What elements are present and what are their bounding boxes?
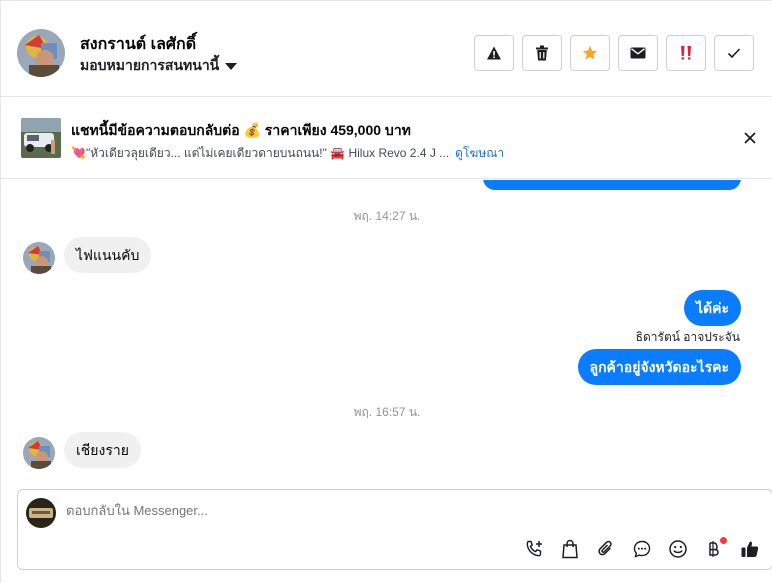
close-icon — [744, 132, 756, 144]
message-bubble-incoming[interactable]: ไฟแนนคับ — [64, 237, 152, 273]
composer-toolbar — [522, 537, 762, 561]
emoji-button[interactable] — [666, 537, 690, 561]
message-bubble-incoming[interactable]: เชียงราย — [64, 432, 141, 468]
view-ad-link[interactable]: ดูโฆษณา — [455, 144, 504, 163]
star-button[interactable] — [570, 35, 610, 71]
emoji-icon — [669, 540, 687, 558]
sender-name: ธิดารัตน์ อาจประจัน — [635, 330, 740, 344]
ad-thumbnail[interactable] — [21, 118, 61, 158]
notification-dot — [720, 537, 727, 544]
attach-button[interactable] — [594, 537, 618, 561]
warning-icon — [487, 46, 501, 60]
trash-icon — [536, 45, 548, 61]
delete-button[interactable] — [522, 35, 562, 71]
assign-label: มอบหมายการสนทนานี้ — [80, 57, 220, 73]
contact-name[interactable]: สงกรานต์ เลศักดิ์ — [80, 32, 196, 57]
close-banner-button[interactable] — [740, 128, 760, 148]
phone-add-icon — [526, 540, 542, 557]
conversation-panel: สงกรานต์ เลศักดิ์ มอบหมายการสนทนานี้ แชท… — [0, 0, 772, 583]
reply-composer — [17, 489, 772, 570]
report-button[interactable] — [474, 35, 514, 71]
saved-reply-icon — [633, 540, 651, 558]
timestamp: พฤ. 16:57 น. — [353, 405, 421, 419]
message-thread: พฤ. 14:27 น. ไฟแนนคับ ได้ค่ะ ธิดารัตน์ อ… — [1, 180, 772, 485]
paperclip-icon — [598, 540, 612, 556]
page-avatar — [26, 498, 56, 528]
caret-down-icon — [225, 63, 238, 70]
header-actions — [474, 35, 754, 71]
envelope-icon — [630, 47, 646, 59]
saved-replies-button[interactable] — [630, 537, 654, 561]
contact-avatar-small[interactable] — [23, 437, 55, 469]
call-button[interactable] — [522, 537, 546, 561]
shop-button[interactable] — [558, 537, 582, 561]
message-bubble-outgoing[interactable]: ได้ค่ะ — [683, 290, 741, 326]
mark-unread-button[interactable] — [618, 35, 658, 71]
like-button[interactable] — [738, 537, 762, 561]
exclamation-icon — [681, 46, 691, 60]
thumbs-up-icon — [741, 541, 759, 557]
ad-title: แชทนี้มีข้อความตอบกลับต่อ 💰 ราคาเพียง 45… — [71, 122, 411, 138]
message-bubble-outgoing-partial — [483, 180, 741, 190]
payment-button[interactable] — [702, 537, 727, 561]
ad-subtitle-row: 💘"หัวเดียวลุยเดียว... แต่ไม่เคยเดียวดายบ… — [71, 144, 504, 163]
follow-up-button[interactable] — [666, 35, 706, 71]
shopping-bag-icon — [562, 539, 578, 559]
check-icon — [727, 48, 741, 59]
ad-subtitle: 💘"หัวเดียวลุยเดียว... แต่ไม่เคยเดียวดายบ… — [71, 146, 450, 160]
timestamp: พฤ. 14:27 น. — [353, 209, 421, 223]
conversation-header: สงกรานต์ เลศักดิ์ มอบหมายการสนทนานี้ — [1, 1, 772, 97]
assign-conversation-dropdown[interactable]: มอบหมายการสนทนานี้ — [80, 55, 238, 77]
mark-done-button[interactable] — [714, 35, 754, 71]
message-input[interactable] — [66, 503, 666, 518]
contact-avatar-small[interactable] — [23, 242, 55, 274]
star-icon — [582, 45, 598, 60]
contact-avatar[interactable] — [17, 29, 65, 77]
ad-reply-banner: แชทนี้มีข้อความตอบกลับต่อ 💰 ราคาเพียง 45… — [1, 97, 772, 179]
message-bubble-outgoing[interactable]: ลูกค้าอยู่จังหวัดอะไรคะ — [577, 349, 741, 385]
